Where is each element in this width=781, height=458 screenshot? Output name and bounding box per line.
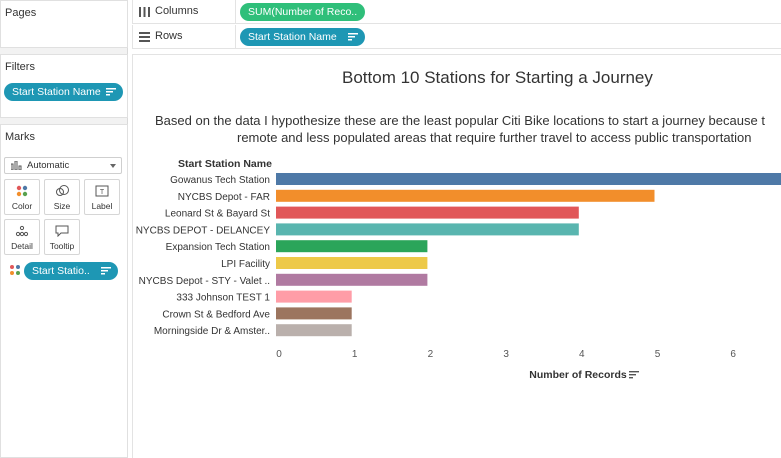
category-label: LPI Facility — [221, 259, 270, 270]
category-label: Crown St & Bedford Ave — [162, 309, 270, 320]
bar[interactable] — [276, 206, 579, 219]
size-button-label: Size — [53, 201, 71, 211]
label-icon: T — [95, 185, 109, 197]
filter-pill-label: Start Station Name — [12, 86, 101, 98]
columns-shelf-label: Columns — [139, 5, 198, 17]
sort-descending-icon[interactable] — [629, 377, 633, 379]
view-title: Bottom 10 Stations for Starting a Journe… — [342, 68, 653, 87]
bar[interactable] — [276, 290, 352, 303]
label-button[interactable]: T Label — [84, 179, 120, 215]
rows-shelf-label: Rows — [139, 30, 183, 42]
mark-type-dropdown[interactable]: Automatic — [4, 157, 122, 174]
sort-descending-icon[interactable] — [348, 33, 358, 41]
tooltip-button-label: Tooltip — [49, 241, 75, 251]
category-label: NYCBS Depot - STY - Valet .. — [139, 276, 270, 287]
caption-line-2: remote and less populated areas that req… — [237, 130, 752, 145]
caption-line-1: Based on the data I hypothesize these ar… — [155, 113, 765, 128]
color-dots-icon — [10, 265, 20, 275]
x-axis-label: Number of Records — [529, 369, 627, 381]
bar[interactable] — [276, 240, 428, 253]
bar[interactable] — [276, 324, 352, 337]
filter-pill-start-station[interactable]: Start Station Name — [4, 83, 123, 101]
label-button-label: Label — [91, 201, 113, 211]
category-label: Expansion Tech Station — [166, 242, 270, 253]
row-header: Start Station Name — [178, 158, 272, 170]
shelf-divider — [235, 25, 236, 49]
bar[interactable] — [276, 273, 428, 286]
mark-type-value: Automatic — [27, 160, 70, 171]
category-label: Gowanus Tech Station — [170, 175, 270, 186]
bar[interactable] — [276, 257, 428, 269]
bar[interactable] — [276, 189, 655, 202]
sort-descending-icon[interactable] — [629, 374, 636, 376]
filters-title: Filters — [5, 61, 35, 73]
marks-title: Marks — [5, 131, 35, 143]
x-tick-label: 4 — [579, 349, 585, 360]
svg-text:T: T — [100, 189, 105, 196]
rows-shelf[interactable]: Rows Start Station Name — [132, 25, 781, 49]
columns-icon — [139, 7, 150, 17]
columns-label-text: Columns — [155, 5, 199, 17]
filters-shelf[interactable]: Filters Start Station Name — [0, 54, 128, 118]
columns-pill-label: SUM(Number of Reco.. — [248, 6, 358, 18]
chevron-down-icon — [110, 164, 116, 168]
tooltip-icon — [55, 225, 69, 237]
rows-pill-label: Start Station Name — [248, 31, 337, 43]
tooltip-button[interactable]: Tooltip — [44, 219, 80, 255]
color-dots-icon — [16, 185, 28, 197]
shelf-divider — [235, 0, 236, 24]
size-icon — [56, 185, 69, 196]
category-label: Morningside Dr & Amster.. — [154, 326, 270, 337]
category-label: 333 Johnson TEST 1 — [176, 293, 270, 304]
color-pill-label: Start Statio.. — [32, 265, 90, 277]
columns-pill-sum-records[interactable]: SUM(Number of Reco.. — [240, 3, 365, 21]
bar[interactable] — [276, 173, 781, 185]
bar-chart-icon — [11, 161, 22, 170]
bar[interactable] — [276, 307, 352, 320]
marks-card: Marks Automatic Color Size T Label Detai… — [0, 124, 128, 458]
pages-title: Pages — [5, 7, 37, 19]
sort-descending-icon[interactable] — [101, 267, 111, 275]
rows-label-text: Rows — [155, 30, 183, 42]
columns-shelf[interactable]: Columns SUM(Number of Reco.. — [132, 0, 781, 24]
category-label: NYCBS Depot - FAR — [178, 192, 270, 203]
size-button[interactable]: Size — [44, 179, 80, 215]
pages-shelf[interactable]: Pages — [0, 0, 128, 48]
color-button-label: Color — [11, 201, 33, 211]
detail-button[interactable]: Detail — [4, 219, 40, 255]
x-tick-label: 3 — [503, 349, 509, 360]
x-tick-label: 2 — [428, 349, 434, 360]
x-tick-label: 0 — [276, 349, 282, 360]
x-tick-label: 1 — [352, 349, 358, 360]
category-label: Leonard St & Bayard St — [165, 209, 270, 220]
bar-chart: Start Station Name Gowanus Tech Station NY… — [136, 158, 781, 381]
detail-icon — [15, 225, 29, 237]
detail-button-label: Detail — [11, 241, 33, 251]
rows-icon — [139, 32, 150, 42]
sort-descending-icon[interactable] — [105, 88, 116, 96]
sort-descending-icon[interactable] — [629, 371, 639, 373]
color-button[interactable]: Color — [4, 179, 40, 215]
x-tick-label: 5 — [655, 349, 661, 360]
x-tick-label: 6 — [730, 349, 736, 360]
color-pill-start-station[interactable]: Start Statio.. — [24, 262, 118, 280]
category-label: NYCBS DEPOT - DELANCEY — [136, 225, 271, 236]
rows-pill-start-station[interactable]: Start Station Name — [240, 28, 365, 46]
bar[interactable] — [276, 223, 579, 236]
left-rail: Pages Filters Start Station Name Marks A… — [0, 0, 128, 458]
